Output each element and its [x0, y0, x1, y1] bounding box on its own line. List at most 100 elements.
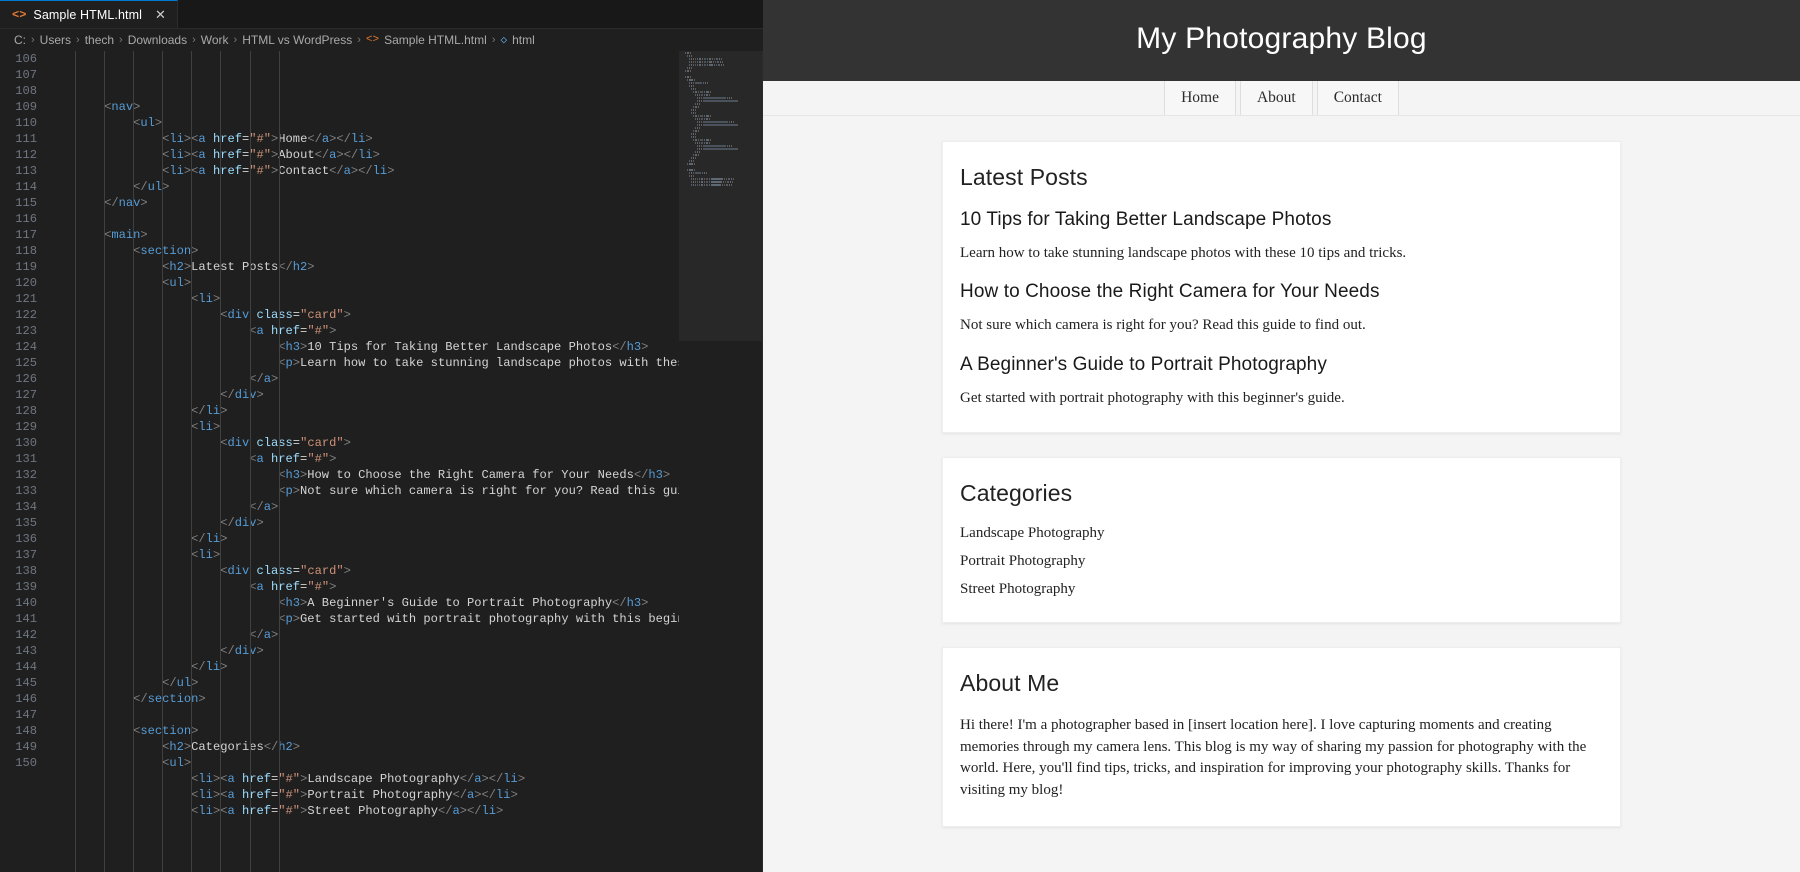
about-me-heading: About Me — [960, 669, 1060, 696]
code-line[interactable]: <div class="card"> — [46, 307, 763, 323]
category-link-portrait[interactable]: Portrait Photography — [960, 553, 1603, 570]
code-line[interactable]: </a> — [46, 627, 763, 643]
line-number: 133 — [15, 484, 37, 498]
code-line[interactable]: <h3>How to Choose the Right Camera for Y… — [46, 467, 763, 483]
line-number: 129 — [15, 420, 37, 434]
chevron-right-icon: › — [31, 34, 35, 46]
code-line[interactable]: <h2>Latest Posts</h2> — [46, 259, 763, 275]
html-file-icon: <> — [12, 7, 27, 22]
nav-link-home[interactable]: Home — [1164, 81, 1236, 115]
code-line[interactable]: <li><a href="#">Landscape Photography</a… — [46, 771, 763, 787]
line-number: 114 — [15, 180, 37, 194]
code-line[interactable]: </a> — [46, 371, 763, 387]
line-number: 132 — [15, 468, 37, 482]
post-item: 10 Tips for Taking Better Landscape Phot… — [960, 209, 1603, 263]
code-line[interactable]: <nav> — [46, 99, 763, 115]
code-line[interactable]: <li><a href="#">Contact</a></li> — [46, 163, 763, 179]
post-description: Not sure which camera is right for you? … — [960, 317, 1366, 334]
code-line[interactable]: <li> — [46, 291, 763, 307]
line-number: 106 — [15, 52, 37, 66]
code-line[interactable]: <a href="#"> — [46, 579, 763, 595]
code-line[interactable]: <div class="card"> — [46, 435, 763, 451]
breadcrumb-item-symbol-html[interactable]: html — [512, 33, 535, 47]
category-link-street[interactable]: Street Photography — [960, 581, 1603, 598]
code-line[interactable]: <div class="card"> — [46, 563, 763, 579]
close-icon[interactable]: ✕ — [155, 8, 166, 21]
code-line[interactable]: <h3>A Beginner's Guide to Portrait Photo… — [46, 595, 763, 611]
code-line[interactable]: <main> — [46, 227, 763, 243]
post-description: Get started with portrait photography wi… — [960, 389, 1345, 406]
line-number: 107 — [15, 68, 37, 82]
code-line[interactable]: </a> — [46, 499, 763, 515]
code-line[interactable]: <ul> — [46, 755, 763, 771]
code-line[interactable] — [46, 707, 763, 723]
line-number: 112 — [15, 148, 37, 162]
code-line[interactable]: <a href="#"> — [46, 451, 763, 467]
code-line[interactable]: </li> — [46, 403, 763, 419]
code-area[interactable]: 106 107 108 109 110 111 112 113 114 115 116 117 118 1… — [0, 51, 763, 872]
line-number: 115 — [15, 196, 37, 210]
chevron-right-icon: › — [119, 34, 123, 46]
code-line[interactable]: <h3>10 Tips for Taking Better Landscape … — [46, 339, 763, 355]
code-line[interactable] — [46, 211, 763, 227]
code-line[interactable]: <p>Get started with portrait photography… — [46, 611, 763, 627]
code-line[interactable]: <section> — [46, 243, 763, 259]
code-line[interactable]: </li> — [46, 531, 763, 547]
code-scroll-content: 106 107 108 109 110 111 112 113 114 115 116 117 118 1… — [0, 51, 763, 872]
code-line[interactable]: </section> — [46, 691, 763, 707]
minimap-viewport-slider[interactable] — [679, 51, 763, 341]
code-line[interactable]: </div> — [46, 387, 763, 403]
chevron-right-icon: › — [491, 34, 496, 46]
code-line[interactable]: <ul> — [46, 275, 763, 291]
nav-link-about[interactable]: About — [1239, 81, 1313, 115]
line-number: 143 — [15, 644, 37, 658]
minimap[interactable] — [679, 51, 763, 872]
code-line[interactable]: <li> — [46, 547, 763, 563]
categories-heading: Categories — [960, 479, 1073, 506]
chevron-right-icon: › — [76, 34, 80, 46]
code-line[interactable]: <ul> — [46, 115, 763, 131]
breadcrumb-item-thech[interactable]: thech — [85, 33, 114, 47]
line-number: 122 — [15, 308, 37, 322]
breadcrumb-item-work[interactable]: Work — [201, 33, 229, 47]
code-line[interactable]: <section> — [46, 723, 763, 739]
breadcrumb-item-file[interactable]: Sample HTML.html — [384, 33, 487, 47]
line-number-gutter: 106 107 108 109 110 111 112 113 114 115 116 117 118 1… — [0, 51, 46, 872]
html-file-icon: <> — [365, 34, 380, 46]
browser-preview-pane: My Photography Blog Home About Contact L… — [763, 0, 1800, 872]
code-line[interactable]: </ul> — [46, 179, 763, 195]
code-line[interactable]: <li><a href="#">Home</a></li> — [46, 131, 763, 147]
code-line[interactable]: <p>Learn how to take stunning landscape … — [46, 355, 763, 371]
nav-link-contact[interactable]: Contact — [1316, 81, 1399, 115]
code-line[interactable]: </li> — [46, 659, 763, 675]
line-number: 127 — [15, 388, 37, 402]
code-line[interactable]: <p>Not sure which camera is right for yo… — [46, 483, 763, 499]
editor-tabbar: <> Sample HTML.html ✕ — [0, 0, 763, 29]
line-number: 131 — [15, 452, 37, 466]
code-line[interactable]: <a href="#"> — [46, 323, 763, 339]
code-line[interactable]: <h2>Categories</h2> — [46, 739, 763, 755]
breadcrumb: C: › Users › thech › Downloads › Work › … — [0, 29, 763, 51]
post-title-link[interactable]: How to Choose the Right Camera for Your … — [960, 281, 1603, 303]
breadcrumb-item-drive[interactable]: C: — [14, 33, 26, 47]
line-number: 109 — [15, 100, 37, 114]
code-text[interactable]: <nav> <ul> <li><a href="#">Home</a></li>… — [46, 51, 763, 872]
code-line[interactable]: <li><a href="#">About</a></li> — [46, 147, 763, 163]
code-line[interactable]: </div> — [46, 515, 763, 531]
code-line[interactable]: <li><a href="#">Portrait Photography</a>… — [46, 787, 763, 803]
line-number: 144 — [15, 660, 37, 674]
code-line[interactable]: </ul> — [46, 675, 763, 691]
category-link-landscape[interactable]: Landscape Photography — [960, 525, 1603, 542]
post-title-link[interactable]: A Beginner's Guide to Portrait Photograp… — [960, 354, 1603, 376]
code-line[interactable]: </nav> — [46, 195, 763, 211]
line-number: 149 — [15, 740, 37, 754]
line-number: 121 — [15, 292, 37, 306]
breadcrumb-item-downloads[interactable]: Downloads — [128, 33, 187, 47]
post-title-link[interactable]: 10 Tips for Taking Better Landscape Phot… — [960, 209, 1603, 231]
code-line[interactable]: <li><a href="#">Street Photography</a></… — [46, 803, 763, 819]
editor-tab-sample-html[interactable]: <> Sample HTML.html ✕ — [0, 0, 178, 28]
breadcrumb-item-users[interactable]: Users — [40, 33, 71, 47]
code-line[interactable]: <li> — [46, 419, 763, 435]
code-line[interactable]: </div> — [46, 643, 763, 659]
breadcrumb-item-html-vs-wordpress[interactable]: HTML vs WordPress — [242, 33, 352, 47]
